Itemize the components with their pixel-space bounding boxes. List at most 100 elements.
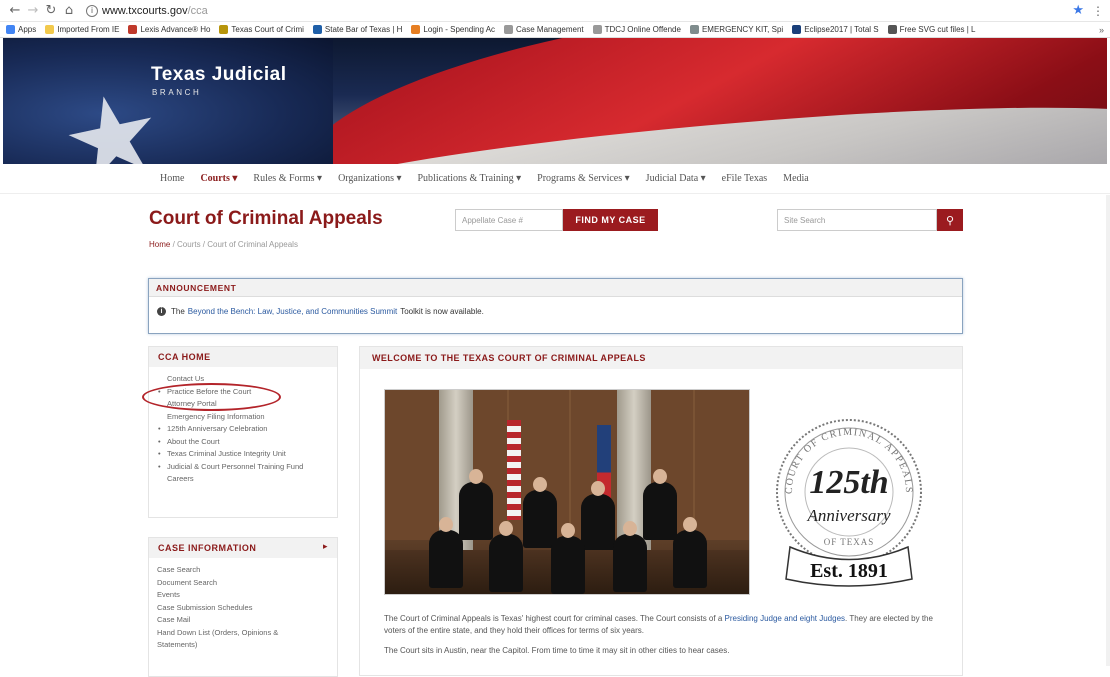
find-my-case-button[interactable]: FIND MY CASE	[563, 209, 658, 231]
breadcrumb-separator: /	[170, 240, 178, 249]
sidebar-link[interactable]: Document Search	[157, 577, 329, 590]
sidebar-link[interactable]: Contact Us	[157, 373, 329, 386]
bookmarks-overflow-icon[interactable]: »	[1099, 25, 1104, 35]
site-info-icon[interactable]: i	[86, 4, 98, 17]
sidebar-link[interactable]: Case Search	[157, 564, 329, 577]
sidebar-link[interactable]: Case Submission Schedules	[157, 602, 329, 615]
bookmark-favicon-icon	[592, 25, 602, 34]
bookmark-favicon-icon	[312, 25, 322, 34]
site-subtitle: BRANCH	[152, 88, 202, 97]
us-flag	[507, 420, 521, 520]
bookmark-item[interactable]: Case Management	[504, 25, 584, 34]
sidebar-link[interactable]: Practice Before the Court	[157, 386, 329, 399]
bookmark-item[interactable]: Texas Court of Crimi	[219, 25, 304, 34]
nav-item[interactable]: Programs & Services ▾	[537, 173, 630, 184]
bookmark-item[interactable]: Login - Spending Ac	[411, 25, 495, 34]
bookmark-item[interactable]: Apps	[6, 25, 36, 34]
reload-icon[interactable]: ↻	[42, 2, 60, 20]
case-information-label: CASE INFORMATION	[158, 543, 257, 553]
flag-star-icon: ★	[50, 64, 174, 164]
judge-figure	[673, 517, 707, 588]
bookmark-label: Lexis Advance® Ho	[140, 25, 211, 34]
sidebar-link[interactable]: Events	[157, 589, 329, 602]
bookmark-star-icon[interactable]: ★	[1072, 3, 1084, 18]
nav-item[interactable]: Home	[160, 173, 184, 184]
bookmark-item[interactable]: State Bar of Texas | H	[312, 25, 402, 34]
seal-established: Est. 1891	[810, 560, 888, 582]
info-icon: i	[157, 307, 166, 316]
judge-figure	[581, 481, 615, 552]
search-icon[interactable]: ⚲	[937, 209, 963, 231]
judges-link[interactable]: Presiding Judge and eight Judges	[725, 614, 846, 623]
announcement-body: i The Beyond the Bench: Law, Justice, an…	[149, 297, 962, 326]
seal-number: 125th	[809, 464, 888, 501]
back-icon[interactable]: ←	[6, 2, 24, 20]
nav-item[interactable]: Publications & Training ▾	[418, 173, 522, 184]
breadcrumb-home[interactable]: Home	[149, 240, 170, 249]
site-title[interactable]: Texas Judicial	[151, 64, 287, 86]
judge-figure	[643, 469, 677, 540]
breadcrumb: Home / Courts / Court of Criminal Appeal…	[149, 240, 298, 249]
sidebar-link[interactable]: About the Court	[157, 436, 329, 449]
nav-item[interactable]: Judicial Data ▾	[646, 173, 706, 184]
page-scrollbar[interactable]	[1106, 195, 1110, 666]
sidebar-link[interactable]: Attorney Portal	[157, 398, 329, 411]
page-title: Court of Criminal Appeals	[149, 208, 383, 229]
bookmark-label: Texas Court of Crimi	[231, 25, 304, 34]
chevron-right-icon: ▸	[322, 542, 328, 552]
bookmark-favicon-icon	[128, 25, 138, 34]
bookmark-label: Case Management	[516, 25, 584, 34]
page-header: Court of Criminal Appeals Appellate Case…	[0, 194, 1110, 254]
sidebar-link[interactable]: Texas Criminal Justice Integrity Unit	[157, 448, 329, 461]
bookmark-label: EMERGENCY KIT, Spi	[701, 25, 784, 34]
home-icon[interactable]: ⌂	[60, 2, 78, 20]
sidebar-link[interactable]: Hand Down List (Orders, Opinions &	[157, 627, 329, 640]
forward-icon[interactable]: →	[24, 2, 42, 20]
judges-photo	[384, 389, 750, 595]
anniversary-seal: COURT OF CRIMINAL APPEALS 125th Annivers…	[776, 419, 922, 587]
sidebar-link[interactable]: Case Mail	[157, 614, 329, 627]
bookmark-item[interactable]: Imported From IE	[45, 25, 119, 34]
browser-menu-icon[interactable]: ⋮	[1092, 4, 1104, 18]
sidebar-link[interactable]: Statements)	[157, 639, 329, 652]
case-information-panel: CASE INFORMATION ▸ Case Search Document S…	[148, 537, 338, 677]
url-domain: www.txcourts.gov	[102, 4, 188, 17]
sidebar-link[interactable]: Emergency Filing Information	[157, 411, 329, 424]
nav-item[interactable]: eFile Texas	[722, 173, 768, 184]
case-information-list: Case Search Document Search Events Case Sub…	[149, 558, 337, 660]
main-navigation: Home Courts ▾ Rules & Forms ▾ Organizations…	[0, 164, 1110, 194]
judge-figure	[551, 523, 585, 594]
bookmark-item[interactable]: TDCJ Online Offende	[592, 25, 681, 34]
announcement-link[interactable]: Beyond the Bench: Law, Justice, and Comm…	[188, 307, 397, 316]
bookmark-favicon-icon	[219, 25, 229, 34]
bookmark-item[interactable]: Lexis Advance® Ho	[128, 25, 210, 34]
cca-home-panel: CCA HOME Contact UsPractice Before the C…	[148, 346, 338, 518]
address-bar[interactable]: i www.txcourts.gov/cca	[86, 2, 1072, 20]
announcement-text-before: The	[171, 307, 185, 316]
bookmark-favicon-icon	[887, 25, 897, 34]
announcement-heading: ANNOUNCEMENT	[149, 279, 962, 297]
sidebar-link[interactable]: Judicial & Court Personnel Training Fund	[157, 461, 329, 474]
judge-figure	[523, 477, 557, 548]
cca-home-heading[interactable]: CCA HOME	[149, 347, 337, 367]
bookmark-item[interactable]: Free SVG cut files | L	[887, 25, 976, 34]
appellate-case-input[interactable]: Appellate Case #	[455, 209, 563, 231]
welcome-paragraph-1: The Court of Criminal Appeals is Texas' …	[384, 613, 954, 637]
nav-item[interactable]: Organizations ▾	[338, 173, 401, 184]
case-information-heading[interactable]: CASE INFORMATION ▸	[149, 538, 337, 558]
site-search-input[interactable]: Site Search	[777, 209, 937, 231]
judge-figure	[459, 469, 493, 540]
sidebar-link[interactable]: 125th Anniversary Celebration	[157, 423, 329, 436]
welcome-paragraph-2: The Court sits in Austin, near the Capit…	[384, 646, 730, 655]
bookmark-item[interactable]: EMERGENCY KIT, Spi	[689, 25, 784, 34]
url-path: /cca	[187, 4, 208, 17]
sidebar-link[interactable]: Careers	[157, 473, 329, 486]
bookmark-item[interactable]: Eclipse2017 | Total S	[792, 25, 879, 34]
nav-item[interactable]: Courts ▾	[200, 173, 237, 184]
cca-home-list: Contact UsPractice Before the CourtAttor…	[149, 367, 337, 494]
breadcrumb-courts[interactable]: Courts	[177, 240, 201, 249]
nav-item[interactable]: Rules & Forms ▾	[253, 173, 322, 184]
bookmark-favicon-icon	[689, 25, 699, 34]
nav-item[interactable]: Media	[783, 173, 809, 184]
announcement-text-after: Toolkit is now available.	[400, 307, 484, 316]
